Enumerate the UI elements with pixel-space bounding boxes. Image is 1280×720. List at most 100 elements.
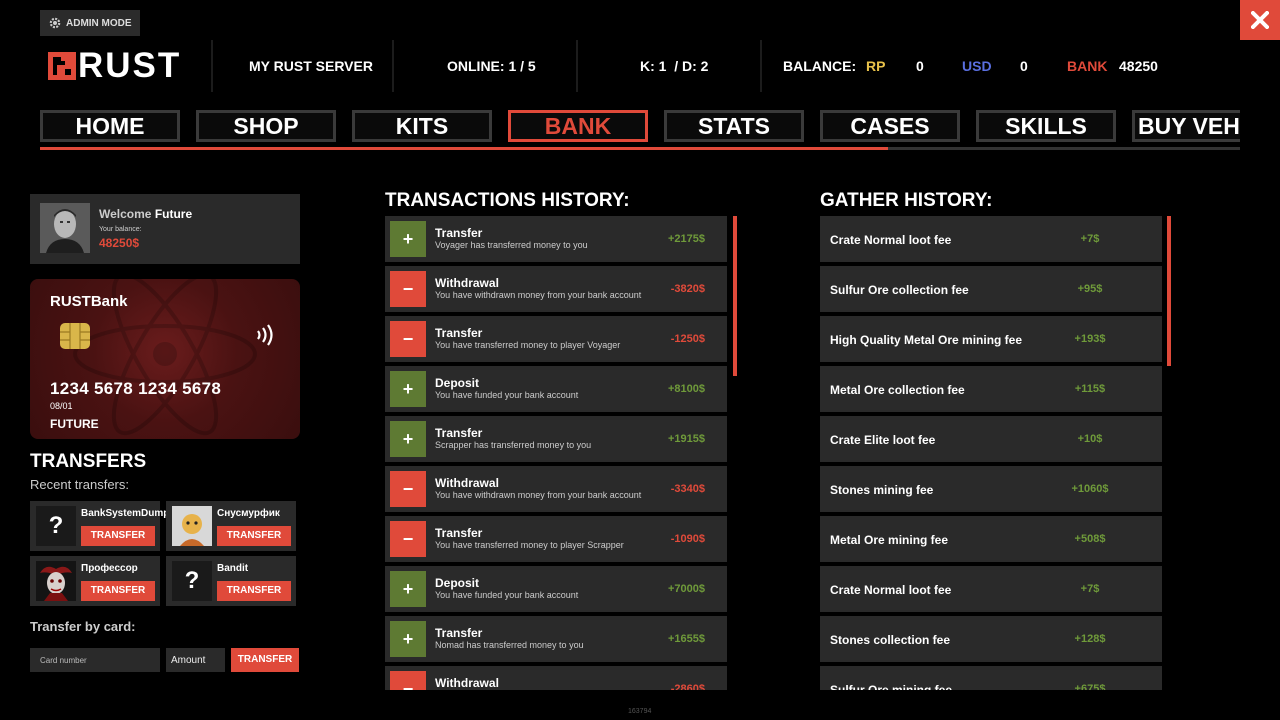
avatar — [172, 506, 212, 546]
gather-row: Stones collection fee +128$ — [820, 616, 1162, 662]
tab-shop[interactable]: SHOP — [196, 110, 336, 142]
gather-list[interactable]: Crate Normal loot fee +7$ Sulfur Ore colle… — [820, 216, 1162, 690]
recipient-transfer-button[interactable]: TRANSFER — [81, 526, 155, 546]
unknown-avatar-icon: ? — [172, 561, 212, 601]
gather-scrollbar[interactable] — [1167, 216, 1171, 366]
welcome-greeting: Welcome — [99, 207, 152, 221]
contactless-icon — [257, 324, 273, 346]
avatar — [36, 561, 76, 601]
gather-row: Crate Normal loot fee +7$ — [820, 216, 1162, 262]
transaction-title: Transfer — [435, 326, 483, 340]
transaction-description: You have transferred money to player Scr… — [435, 540, 624, 550]
gather-amount: +115$ — [1074, 383, 1106, 395]
transaction-row: − Withdrawal -2860$ — [385, 666, 727, 690]
clown-avatar-icon — [36, 561, 76, 601]
transaction-description: Scrapper has transferred money to you — [435, 440, 592, 450]
gather-label: Stones mining fee — [830, 483, 934, 497]
welcome-panel: Welcome Future Your balance: 48250$ — [30, 194, 300, 264]
transaction-amount: +1655$ — [667, 633, 705, 645]
transaction-title: Deposit — [435, 376, 480, 390]
tab-home[interactable]: HOME — [40, 110, 180, 142]
transaction-row: − Transfer You have transferred money to p… — [385, 516, 727, 562]
footer-id: 163794 — [628, 708, 652, 715]
nav-scrollbar-thumb[interactable] — [40, 147, 888, 150]
gather-row: Crate Normal loot fee +7$ — [820, 566, 1162, 612]
transaction-title: Transfer — [435, 626, 483, 640]
transaction-amount: -1250$ — [670, 333, 705, 345]
plus-icon: + — [390, 221, 426, 257]
transaction-title: Deposit — [435, 576, 480, 590]
usd-label: USD — [962, 58, 992, 74]
gather-amount: +7$ — [1080, 583, 1100, 595]
transaction-amount: -1090$ — [670, 533, 705, 545]
transaction-amount: +7000$ — [667, 583, 705, 595]
tab-buy-vehicle[interactable]: BUY VEHIC — [1132, 110, 1240, 142]
bank-name: RUSTBank — [50, 293, 128, 310]
transaction-title: Withdrawal — [435, 476, 499, 490]
gather-amount: +675$ — [1074, 683, 1106, 690]
tab-skills[interactable]: SKILLS — [976, 110, 1116, 142]
tab-kits[interactable]: KITS — [352, 110, 492, 142]
bank-value: 48250 — [1119, 58, 1158, 74]
card-holder: FUTURE — [50, 417, 99, 431]
gather-history-title: GATHER HISTORY: — [820, 190, 993, 211]
gather-label: Stones collection fee — [830, 633, 951, 647]
balance-caption: Your balance: — [99, 226, 142, 233]
transaction-amount: -2860$ — [670, 683, 705, 690]
plus-icon: + — [390, 571, 426, 607]
gather-label: Sulfur Ore mining fee — [830, 683, 953, 690]
plus-icon: + — [390, 371, 426, 407]
balance-label: BALANCE: — [783, 58, 857, 74]
card-number: 1234 5678 1234 5678 — [50, 379, 222, 398]
tab-stats[interactable]: STATS — [664, 110, 804, 142]
minus-icon: − — [390, 671, 426, 690]
transaction-title: Transfer — [435, 426, 483, 440]
transfer-by-card-label: Transfer by card: — [30, 619, 136, 634]
gather-label: Metal Ore mining fee — [830, 533, 949, 547]
transaction-amount: +8100$ — [667, 383, 705, 395]
recipient-card: Снусмурфик TRANSFER — [166, 501, 296, 551]
gather-label: Sulfur Ore collection fee — [830, 283, 969, 297]
gather-label: Crate Normal loot fee — [830, 583, 952, 597]
card-number-input[interactable] — [30, 648, 160, 672]
header-divider — [211, 40, 213, 92]
transaction-row: + Transfer Nomad has transferred money to … — [385, 616, 727, 662]
rust-logo-icon — [48, 52, 76, 80]
tab-cases[interactable]: CASES — [820, 110, 960, 142]
transaction-description: You have withdrawn money from your bank … — [435, 290, 642, 300]
recipient-transfer-button[interactable]: TRANSFER — [81, 581, 155, 601]
usd-value: 0 — [1020, 58, 1028, 74]
card-chip-icon — [60, 323, 90, 349]
transactions-scrollbar[interactable] — [733, 216, 737, 376]
close-icon — [1251, 11, 1269, 29]
plus-icon: + — [390, 621, 426, 657]
gather-row: Metal Ore collection fee +115$ — [820, 366, 1162, 412]
close-button[interactable] — [1240, 0, 1280, 40]
transaction-amount: +1915$ — [667, 433, 705, 445]
transaction-row: + Transfer Scrapper has transferred money … — [385, 416, 727, 462]
gather-label: Metal Ore collection fee — [830, 383, 965, 397]
gather-amount: +95$ — [1077, 283, 1103, 295]
card-transfer-button[interactable]: TRANSFER — [231, 648, 299, 672]
avatar — [40, 203, 90, 253]
gather-row: Metal Ore mining fee +508$ — [820, 516, 1162, 562]
tab-bank[interactable]: BANK — [508, 110, 648, 142]
gather-amount: +10$ — [1077, 433, 1103, 445]
gather-amount: +128$ — [1074, 633, 1106, 645]
transactions-history-title: TRANSACTIONS HISTORY: — [385, 190, 630, 211]
transaction-description: You have withdrawn money from your bank … — [435, 490, 642, 500]
bank-label: BANK — [1067, 58, 1108, 74]
rp-label: RP — [866, 58, 886, 74]
header-divider — [576, 40, 578, 92]
admin-mode-button[interactable]: ADMIN MODE — [40, 10, 140, 36]
transaction-amount: -3340$ — [670, 483, 705, 495]
header-divider — [392, 40, 394, 92]
transactions-list[interactable]: + Transfer Voyager has transferred money t… — [385, 216, 727, 690]
recipient-transfer-button[interactable]: TRANSFER — [217, 581, 291, 601]
recipient-transfer-button[interactable]: TRANSFER — [217, 526, 291, 546]
admin-mode-label: ADMIN MODE — [66, 17, 132, 29]
gather-label: High Quality Metal Ore mining fee — [830, 333, 1023, 347]
recent-transfers-label: Recent transfers: — [30, 477, 129, 492]
amount-input[interactable] — [166, 648, 225, 672]
gather-row: Crate Elite loot fee +10$ — [820, 416, 1162, 462]
